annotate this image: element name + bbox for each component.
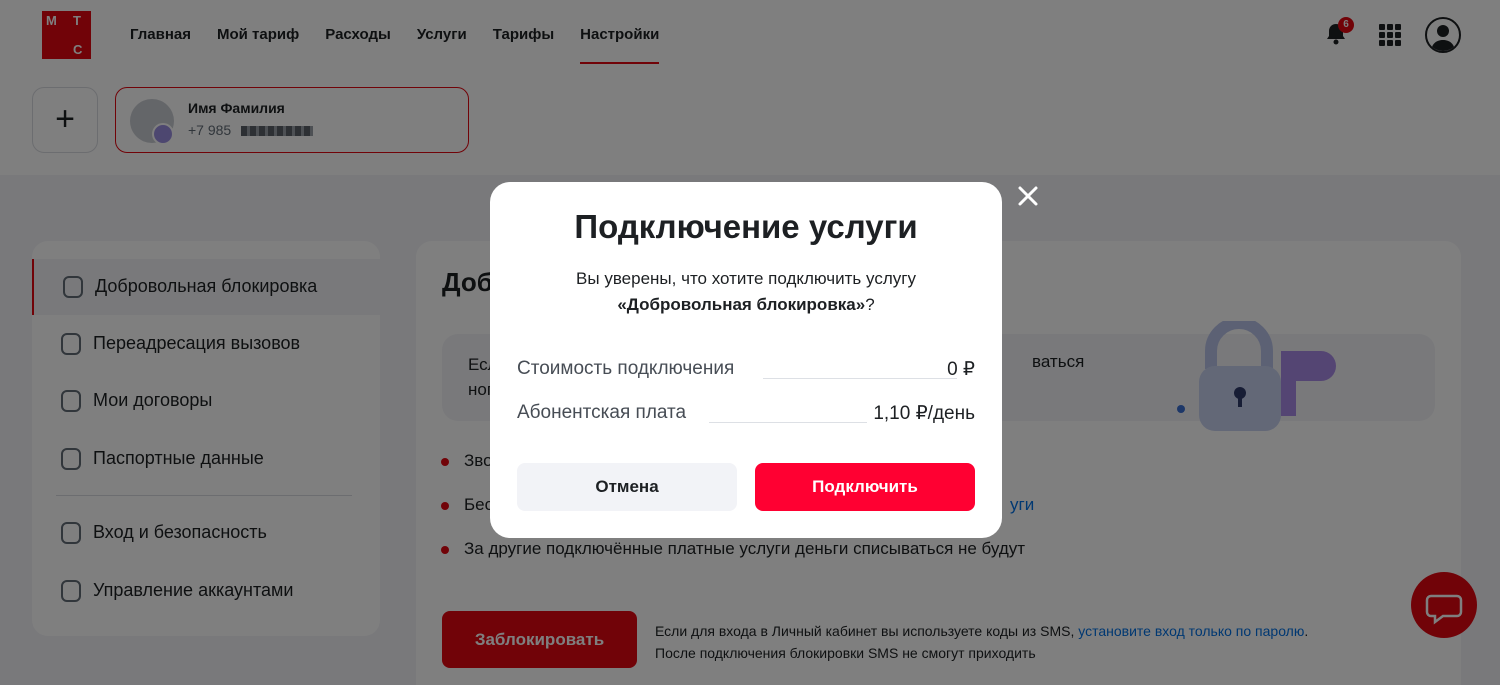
cancel-button[interactable]: Отмена xyxy=(517,463,737,511)
cost-row: Стоимость подключения 0 ₽ xyxy=(517,358,975,380)
modal-question: Вы уверены, что хотите подключить услугу… xyxy=(576,269,916,314)
confirm-modal: Подключение услуги Вы уверены, что хотит… xyxy=(490,182,1002,538)
modal-title: Подключение услуги xyxy=(574,208,918,245)
fee-row: Абонентская плата 1,10 ₽/день xyxy=(517,402,975,424)
close-icon[interactable] xyxy=(1016,184,1040,208)
connect-button[interactable]: Подключить xyxy=(755,463,975,511)
